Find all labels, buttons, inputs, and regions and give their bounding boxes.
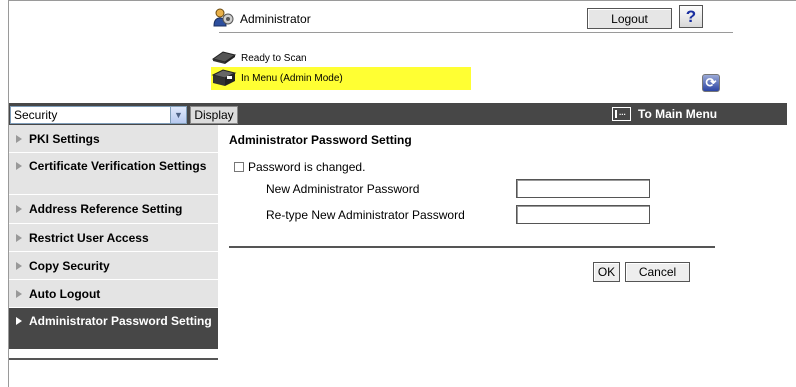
ok-button[interactable]: OK xyxy=(593,262,620,282)
password-changed-checkbox[interactable] xyxy=(234,162,244,172)
sidebar-item-auto-logout[interactable]: Auto Logout xyxy=(9,280,218,308)
triangle-right-icon xyxy=(16,290,22,298)
sidebar-bottom-separator xyxy=(9,358,218,360)
printer-icon xyxy=(211,67,237,90)
triangle-right-icon xyxy=(16,135,22,143)
main-menu-icon xyxy=(612,107,631,121)
admin-user-icon xyxy=(213,8,235,31)
sidebar-item-label: Restrict User Access xyxy=(29,231,149,245)
main-content: Administrator Password Setting Password … xyxy=(229,133,715,282)
scanner-icon xyxy=(211,49,237,68)
new-password-field[interactable] xyxy=(516,179,650,198)
sidebar-item-label: Copy Security xyxy=(29,259,110,273)
page-title: Administrator Password Setting xyxy=(229,133,412,147)
retype-password-label: Re-type New Administrator Password xyxy=(266,208,465,222)
sidebar-item-label: Auto Logout xyxy=(29,287,101,301)
to-main-menu-link[interactable]: To Main Menu xyxy=(612,105,717,123)
chevron-down-icon[interactable]: ▼ xyxy=(170,107,186,123)
password-changed-label: Password is changed. xyxy=(248,160,366,174)
refresh-icon[interactable]: ⟳ xyxy=(702,74,720,92)
header-separator xyxy=(219,32,733,33)
triangle-right-icon xyxy=(16,234,22,242)
password-changed-checkbox-row[interactable]: Password is changed. xyxy=(234,160,365,174)
triangle-right-icon xyxy=(16,262,22,270)
status-menu-row: In Menu (Admin Mode) xyxy=(211,67,471,90)
status-ready-row: Ready to Scan xyxy=(211,48,307,68)
sidebar-item-administrator-password[interactable]: Administrator Password Setting xyxy=(9,308,218,350)
sidebar-item-label: Address Reference Setting xyxy=(29,202,183,216)
sidebar-item-pki-settings[interactable]: PKI Settings xyxy=(9,125,218,153)
sidebar-item-label: PKI Settings xyxy=(29,132,100,146)
sidebar: PKI Settings Certificate Verification Se… xyxy=(9,125,218,350)
triangle-right-icon xyxy=(16,162,22,170)
admin-user-row: Administrator xyxy=(213,7,311,31)
to-main-menu-label: To Main Menu xyxy=(638,107,718,121)
content-separator xyxy=(229,246,715,248)
triangle-right-icon xyxy=(16,317,22,325)
admin-user-label: Administrator xyxy=(240,12,311,26)
logout-button[interactable]: Logout xyxy=(587,8,672,29)
category-select[interactable]: Security ▼ xyxy=(10,106,187,124)
sidebar-item-label: Certificate Verification Settings xyxy=(29,159,207,173)
cancel-button[interactable]: Cancel xyxy=(625,262,690,282)
display-button[interactable]: Display xyxy=(190,106,238,124)
navigation-bar: Security ▼ Display To Main Menu xyxy=(9,103,787,125)
category-select-value: Security xyxy=(14,108,58,122)
triangle-right-icon xyxy=(16,205,22,213)
help-icon[interactable]: ? xyxy=(679,5,703,28)
sidebar-item-certificate-verification[interactable]: Certificate Verification Settings xyxy=(9,153,218,195)
status-menu-text: In Menu (Admin Mode) xyxy=(241,73,343,84)
sidebar-item-restrict-user-access[interactable]: Restrict User Access xyxy=(9,224,218,252)
new-password-label: New Administrator Password xyxy=(266,182,420,196)
sidebar-item-copy-security[interactable]: Copy Security xyxy=(9,252,218,280)
sidebar-item-address-reference[interactable]: Address Reference Setting xyxy=(9,195,218,224)
sidebar-item-label: Administrator Password Setting xyxy=(29,314,212,328)
header: Administrator Logout ? Ready to Scan In … xyxy=(9,1,787,102)
retype-password-field[interactable] xyxy=(516,205,650,224)
status-ready-text: Ready to Scan xyxy=(241,52,307,64)
